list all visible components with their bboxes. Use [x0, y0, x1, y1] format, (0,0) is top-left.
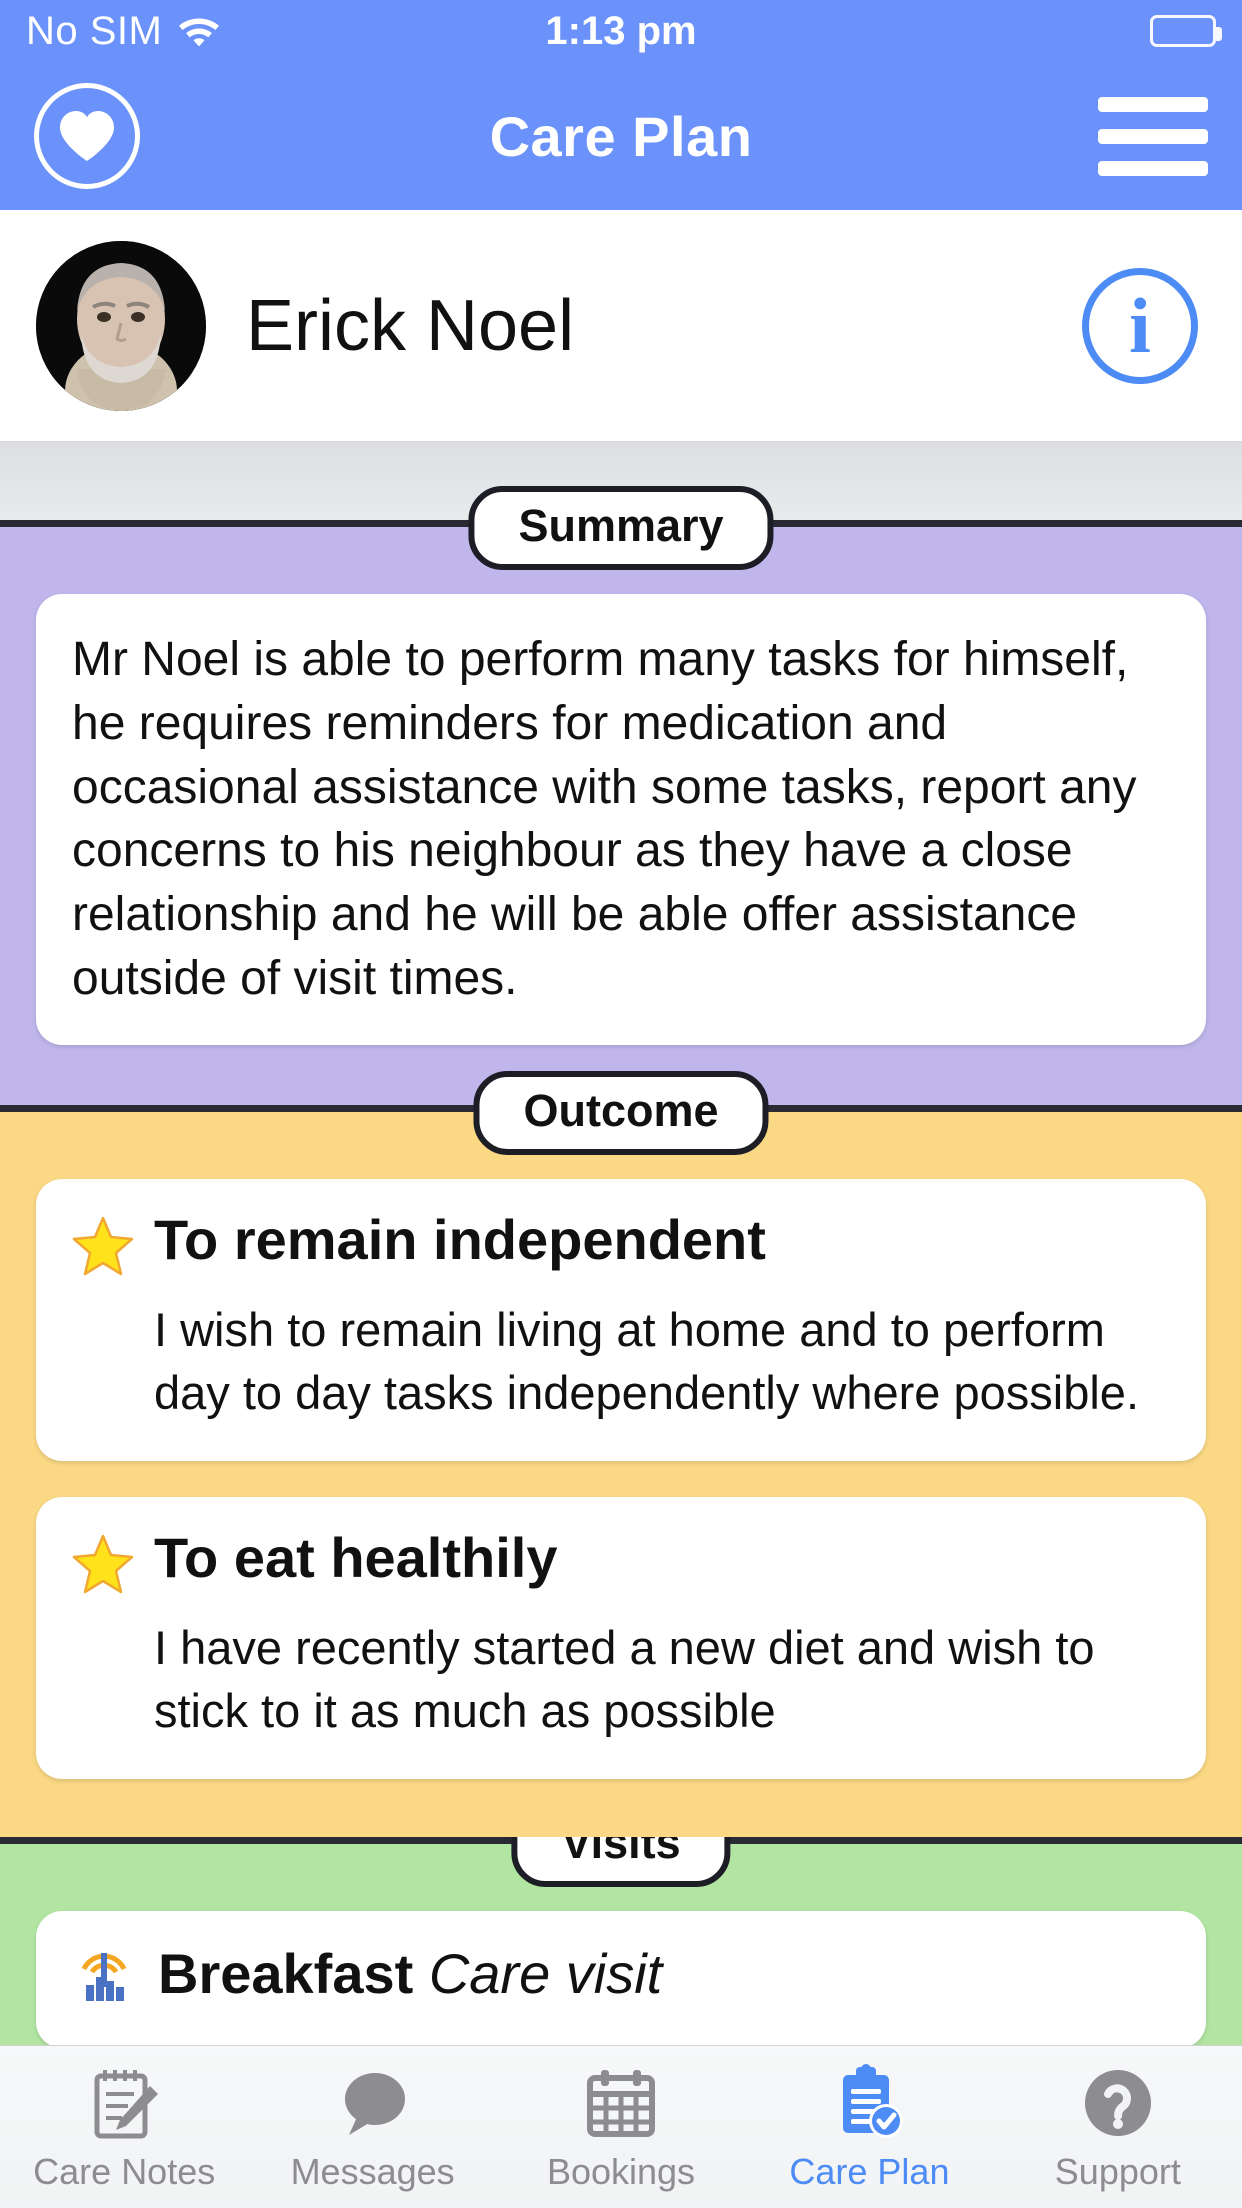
page-title: Care Plan: [489, 104, 753, 168]
hamburger-line: [1098, 96, 1208, 112]
tab-label: Support: [1054, 2151, 1181, 2192]
heart-circle-icon[interactable]: [34, 83, 140, 189]
status-bar: No SIM 1:13 pm: [0, 0, 1242, 62]
status-bar-left: No SIM: [26, 9, 222, 54]
hamburger-line: [1098, 160, 1208, 176]
bottom-tab-bar: Care Notes Messages Bookings Care Plan S…: [0, 2045, 1242, 2208]
avatar: [36, 240, 206, 411]
outcome-title: To eat healthily: [154, 1525, 558, 1589]
tab-care-notes[interactable]: Care Notes: [0, 2046, 248, 2208]
outcome-header: To remain independent: [72, 1209, 1170, 1282]
outcome-section-label: Outcome: [473, 1070, 769, 1155]
tab-label: Bookings: [546, 2151, 696, 2192]
visits-section-label: Visits: [511, 1836, 731, 1887]
tab-label: Care Notes: [33, 2151, 216, 2192]
carrier-label: No SIM: [26, 8, 163, 53]
tab-care-plan[interactable]: Care Plan: [745, 2046, 993, 2208]
star-icon: [72, 1215, 134, 1282]
info-glyph: i: [1129, 281, 1151, 369]
tab-messages[interactable]: Messages: [248, 2046, 496, 2208]
star-icon: [72, 1533, 134, 1600]
speech-bubble-icon: [335, 2061, 411, 2145]
outcome-section: Outcome To remain independent I wish to …: [0, 1070, 1242, 1837]
question-circle-icon: [1081, 2061, 1155, 2145]
navigation-bar: Care Plan: [0, 62, 1242, 210]
visit-name: Breakfast: [158, 1941, 414, 2005]
summary-section: Summary Mr Noel is able to perform many …: [0, 486, 1242, 1105]
battery-icon: [1150, 15, 1222, 47]
summary-section-label: Summary: [468, 486, 774, 570]
clipboard-check-icon: [831, 2061, 907, 2145]
notepad-pencil-icon: [88, 2061, 160, 2145]
tab-label: Care Plan: [789, 2151, 950, 2192]
summary-body: Mr Noel is able to perform many tasks fo…: [0, 520, 1242, 1045]
hamburger-line: [1098, 128, 1208, 144]
client-profile-bar[interactable]: Erick Noel i: [0, 210, 1242, 442]
outcome-header: To eat healthily: [72, 1527, 1170, 1600]
sunrise-icon: [72, 1939, 136, 2008]
info-circle-icon[interactable]: i: [1082, 267, 1198, 384]
summary-card: Mr Noel is able to perform many tasks fo…: [36, 594, 1206, 1045]
status-bar-right: [1150, 15, 1222, 47]
tab-bookings[interactable]: Bookings: [497, 2046, 745, 2208]
visit-card[interactable]: Breakfast Care visit: [36, 1910, 1206, 2048]
visit-type: Care visit: [428, 1941, 663, 2005]
calendar-icon: [584, 2061, 658, 2145]
visit-title: Breakfast Care visit: [158, 1941, 662, 2006]
tab-support[interactable]: Support: [994, 2046, 1242, 2208]
outcome-card[interactable]: To remain independent I wish to remain l…: [36, 1178, 1206, 1461]
outcome-title: To remain independent: [154, 1207, 766, 1271]
client-name: Erick Noel: [246, 285, 575, 366]
hamburger-menu-icon[interactable]: [1098, 96, 1208, 176]
outcome-body: To remain independent I wish to remain l…: [0, 1105, 1242, 1779]
wifi-icon: [176, 12, 222, 51]
summary-text: Mr Noel is able to perform many tasks fo…: [72, 633, 1137, 1006]
outcome-description: I wish to remain living at home and to p…: [154, 1302, 1140, 1420]
outcome-description: I have recently started a new diet and w…: [154, 1620, 1095, 1738]
app-header: No SIM 1:13 pm Care Plan: [0, 0, 1242, 210]
outcome-card[interactable]: To eat healthily I have recently started…: [36, 1496, 1206, 1779]
tab-label: Messages: [290, 2151, 455, 2192]
